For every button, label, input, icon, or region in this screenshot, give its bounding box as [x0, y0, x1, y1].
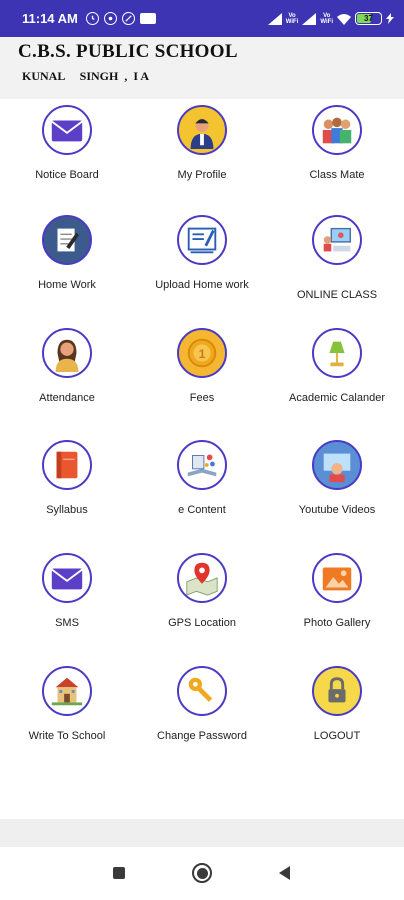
home-circle-icon [192, 863, 212, 883]
student-info: KUNAL SINGH , I A [22, 69, 150, 83]
menu-label: Class Mate [309, 169, 365, 181]
menu-label: Fees [189, 392, 215, 404]
lock-icon [312, 666, 362, 716]
vowifi-label-2: Vo WiFi [320, 12, 333, 25]
bottom-strip [0, 819, 404, 847]
envelope-icon [42, 105, 92, 155]
status-time: 11:14 AM [22, 11, 78, 26]
menu-label: My Profile [177, 169, 227, 181]
menu-item-class-mate[interactable]: Class Mate [270, 105, 404, 217]
menu-item-photo-gallery[interactable]: Photo Gallery [270, 553, 404, 665]
system-nav-bar [0, 847, 404, 900]
lamp-icon [312, 328, 362, 378]
menu-item-gps-location[interactable]: GPS Location [135, 553, 269, 665]
menu-label: ONLINE CLASS [296, 289, 378, 301]
menu-label: Photo Gallery [303, 617, 371, 629]
wifi-icon [337, 13, 351, 25]
menu-label: GPS Location [168, 617, 236, 629]
svg-text:1: 1 [199, 347, 206, 361]
menu-label: LOGOUT [313, 730, 361, 742]
map-pin-icon [177, 553, 227, 603]
status-notification-icons [85, 12, 156, 25]
menu-item-my-profile[interactable]: My Profile [135, 105, 269, 217]
status-bar: 11:14 AM Vo WiFi Vo WiFi 37 [0, 0, 404, 37]
gallery-icon [312, 553, 362, 603]
econtent-icon [177, 440, 227, 490]
signal-icon-2 [302, 12, 317, 25]
menu-label: Upload Home work [155, 279, 249, 291]
home-button[interactable] [190, 861, 214, 885]
vowifi-label: Vo WiFi [285, 12, 299, 25]
sms-envelope-icon [42, 553, 92, 603]
menu-label: Syllabus [46, 504, 88, 516]
battery-icon: 37 [355, 12, 382, 25]
menu-item-write-to-school[interactable]: Write To School [0, 666, 134, 778]
person-icon [177, 105, 227, 155]
menu-item-logout[interactable]: LOGOUT [270, 666, 404, 778]
key-icon [177, 666, 227, 716]
menu-label: Notice Board [35, 169, 99, 181]
data-saver-icon [103, 12, 117, 25]
online-class-icon [312, 215, 362, 265]
charging-icon [386, 13, 394, 24]
homework-icon [42, 215, 92, 265]
school-building-icon [42, 666, 92, 716]
recent-apps-button[interactable] [107, 861, 131, 885]
menu-label: Home Work [38, 279, 96, 291]
menu-label: Write To School [28, 730, 106, 742]
back-triangle-icon [278, 866, 290, 880]
menu-item-sms[interactable]: SMS [0, 553, 134, 665]
status-system-icons: Vo WiFi Vo WiFi 37 [267, 12, 394, 25]
menu-label: SMS [55, 617, 79, 629]
menu-label: Change Password [157, 730, 247, 742]
menu-item-change-password[interactable]: Change Password [135, 666, 269, 778]
menu-item-syllabus[interactable]: Syllabus [0, 440, 134, 552]
app-header: C.B.S. PUBLIC SCHOOL KUNAL SINGH , I A [0, 37, 404, 99]
school-name: C.B.S. PUBLIC SCHOOL [18, 41, 238, 62]
menu-item-fees[interactable]: 1 Fees [135, 328, 269, 440]
book-icon [42, 440, 92, 490]
battery-level: 37 [364, 14, 373, 23]
menu-label: Attendance [39, 392, 95, 404]
square-icon [113, 867, 125, 879]
coin-icon: 1 [177, 328, 227, 378]
teacher-icon [42, 328, 92, 378]
menu-item-academic-calander[interactable]: Academic Calander [270, 328, 404, 440]
menu-label: Academic Calander [289, 392, 385, 404]
menu-item-attendance[interactable]: Attendance [0, 328, 134, 440]
upload-icon [177, 215, 227, 265]
menu-item-online-class[interactable]: ONLINE CLASS [270, 215, 404, 327]
menu-item-youtube-videos[interactable]: Youtube Videos [270, 440, 404, 552]
signal-icon [267, 12, 282, 25]
menu-grid: Notice Board My Profile Class Mate Home … [0, 99, 404, 819]
video-icon [312, 440, 362, 490]
menu-item-e-content[interactable]: e Content [135, 440, 269, 552]
classmates-icon [312, 105, 362, 155]
menu-item-home-work[interactable]: Home Work [0, 215, 134, 327]
menu-label: e Content [178, 504, 226, 516]
alarm-icon [85, 12, 99, 25]
menu-item-upload-home-work[interactable]: Upload Home work [135, 215, 269, 327]
message-icon [139, 13, 156, 24]
menu-label: Youtube Videos [298, 504, 376, 516]
menu-item-notice-board[interactable]: Notice Board [0, 105, 134, 217]
back-button[interactable] [272, 861, 296, 885]
blocked-notification-icon [121, 12, 135, 25]
